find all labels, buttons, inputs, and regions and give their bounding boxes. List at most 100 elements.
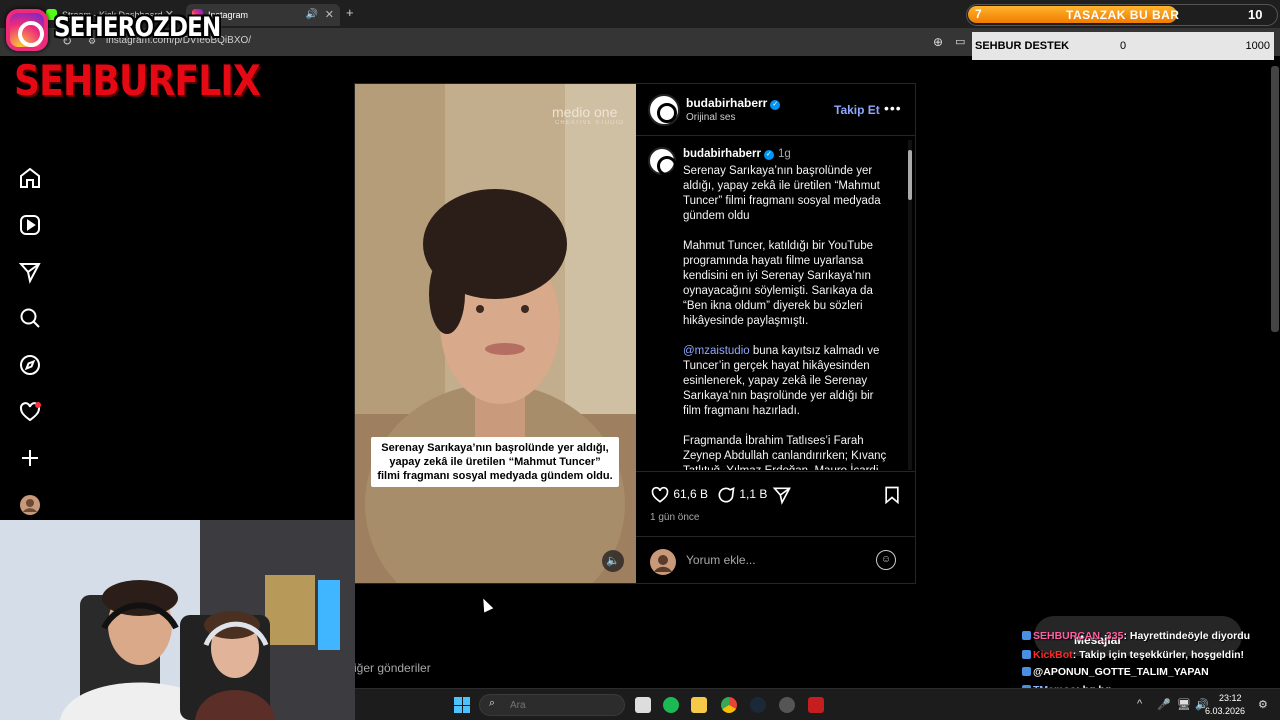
verified-icon: ✓	[763, 150, 774, 160]
save-button[interactable]	[882, 485, 902, 505]
comment-button[interactable]: 1,1 B	[716, 485, 767, 505]
verified-icon: ✓	[770, 100, 781, 110]
network-icon[interactable]: 🖥	[1177, 698, 1191, 711]
emoji-icon[interactable]: ☺	[876, 550, 896, 570]
folder-icon[interactable]	[691, 697, 707, 713]
notification-icon[interactable]: ⚙	[1258, 698, 1268, 711]
post-video[interactable]: medio one CREATIVE STUDIO Serenay Sarıka…	[355, 84, 636, 583]
support-widget: SEHBUR DESTEK 0 1000	[972, 32, 1274, 60]
webcam-image	[0, 520, 355, 720]
clock-time[interactable]: 23:12	[1219, 693, 1242, 703]
author-username[interactable]: budabirhaberr ✓	[686, 96, 781, 110]
notifications-icon[interactable]	[18, 400, 42, 424]
goal-bar: 7 TASAZAK BU BAR 10	[966, 4, 1278, 26]
caption-avatar[interactable]	[648, 147, 677, 176]
post-date: 1 gün önce	[650, 512, 700, 523]
home-icon[interactable]	[18, 166, 42, 190]
search-icon: ⌕	[489, 697, 496, 709]
goal-bar-start: 7	[975, 7, 982, 21]
zoom-icon[interactable]: ⊕	[933, 35, 943, 49]
comment-input[interactable]	[686, 553, 866, 567]
caption-paragraph: Mahmut Tuncer, katıldığı bir YouTube pro…	[683, 240, 874, 327]
brand-logo: SEHBURFLIX	[14, 56, 261, 105]
follow-button[interactable]: Takip Et	[834, 103, 880, 117]
new-tab-button[interactable]: +	[346, 5, 354, 20]
caption-paragraph: Serenay Sarıkaya’nın başrolünde yer aldı…	[683, 165, 881, 222]
mouse-cursor	[478, 596, 494, 613]
cast-icon[interactable]: ▭	[955, 35, 965, 48]
speaker-icon: 🔈	[606, 555, 620, 567]
steam-icon[interactable]	[750, 697, 766, 713]
post-header: budabirhaberr ✓ Orijinal ses Takip Et •••	[636, 84, 916, 136]
chrome-icon[interactable]	[721, 697, 737, 713]
badge-icon	[1022, 631, 1031, 640]
chat-username[interactable]: KickBot	[1033, 649, 1073, 661]
file-manager-icon[interactable]	[635, 697, 651, 713]
chat-text: @APONUN_GOTTE_TALIM_YAPAN	[1033, 666, 1209, 678]
webcam-feed	[0, 520, 355, 720]
caption-username[interactable]: budabirhaberr	[683, 148, 761, 160]
more-posts-heading: iğer gönderiler	[354, 661, 431, 675]
bookmark-icon	[885, 486, 899, 505]
comment-icon	[718, 486, 735, 503]
support-current: 0	[1120, 40, 1127, 52]
watermark: medio one	[552, 104, 618, 120]
post-dialog: medio one CREATIVE STUDIO Serenay Sarıka…	[354, 83, 916, 584]
like-count: 61,6 B	[673, 487, 709, 502]
badge-icon	[1022, 667, 1031, 676]
caption-header: budabirhaberr ✓ 1g	[683, 148, 791, 160]
comment-count: 1,1 B	[739, 487, 768, 502]
user-avatar	[650, 549, 676, 575]
share-button[interactable]	[772, 485, 792, 505]
speaker-icon[interactable]: 🔊	[306, 4, 318, 26]
chat-message: SEHBURCAN_335: Hayrettindeöyle diyordu	[1022, 630, 1250, 642]
chat-username[interactable]: SEHBURCAN_335	[1033, 630, 1123, 642]
mute-button[interactable]: 🔈	[602, 550, 624, 572]
badge-icon	[1022, 650, 1031, 659]
create-icon[interactable]	[18, 446, 42, 470]
start-icon[interactable]	[454, 697, 470, 713]
messages-icon[interactable]	[18, 260, 42, 284]
obs-icon[interactable]	[779, 697, 795, 713]
audio-label[interactable]: Orijinal ses	[686, 112, 735, 123]
microphone-icon[interactable]: 🎤	[1157, 698, 1171, 711]
caption-paragraph: Fragmanda İbrahim Tatlıses’i Farah Zeyne…	[683, 435, 887, 470]
streamer-name: SEHEROZDEN	[54, 12, 221, 43]
tray-chevron-icon[interactable]: ^	[1137, 698, 1142, 710]
watermark-sub: CREATIVE STUDIO	[555, 120, 624, 126]
heart-icon	[651, 486, 669, 503]
chat-text: : Hayrettindeöyle diyordu	[1123, 630, 1251, 642]
taskbar: ⌕ ^ 🎤 🖥 🔊 23:12 6.03.2026 ⚙	[355, 688, 1280, 720]
chat-message: KickBot: Takip için teşekkürler, hoşgeld…	[1022, 649, 1244, 661]
share-icon	[772, 487, 791, 505]
support-goal: 1000	[1245, 40, 1270, 52]
taskbar-search[interactable]	[479, 694, 625, 716]
caption-area: budabirhaberr ✓ 1g Serenay Sarıkaya’nın ba…	[636, 137, 916, 470]
clock-date[interactable]: 6.03.2026	[1205, 706, 1245, 716]
spotify-icon[interactable]	[663, 697, 679, 713]
page-scrollbar[interactable]	[1271, 66, 1279, 332]
like-button[interactable]: 61,6 B	[650, 485, 708, 505]
post-actions: 61,6 B 1,1 B 1 gün önce ☺	[636, 471, 916, 583]
scrollbar-thumb[interactable]	[908, 150, 912, 200]
reels-icon[interactable]	[18, 213, 42, 237]
instagram-logo	[6, 9, 48, 51]
mention-link[interactable]: @mzaistudio	[683, 345, 750, 357]
search-icon[interactable]	[18, 306, 42, 330]
goal-bar-end: 10	[1248, 7, 1263, 22]
video-frame	[355, 84, 636, 583]
close-icon[interactable]: ✕	[325, 4, 334, 26]
author-avatar[interactable]	[648, 94, 680, 126]
profile-icon[interactable]	[18, 493, 42, 517]
support-label: SEHBUR DESTEK	[975, 40, 1070, 52]
explore-icon[interactable]	[18, 353, 42, 377]
more-options-icon[interactable]: •••	[884, 100, 902, 116]
chat-text: : Takip için teşekkürler, hoşgeldin!	[1072, 649, 1245, 661]
author-username-text[interactable]: budabirhaberr	[686, 96, 767, 110]
post-sidebar: budabirhaberr ✓ Orijinal ses Takip Et •••…	[636, 84, 916, 583]
video-caption-card: Serenay Sarıkaya’nın başrolünde yer aldı…	[371, 437, 619, 487]
goal-bar-title: TASAZAK BU BAR	[1066, 8, 1180, 22]
app-icon[interactable]	[808, 697, 824, 713]
caption-paragraph: @mzaistudio buna kayıtsız kalmadı ve Tun…	[683, 344, 893, 419]
chat-message: @APONUN_GOTTE_TALIM_YAPAN	[1022, 666, 1209, 678]
